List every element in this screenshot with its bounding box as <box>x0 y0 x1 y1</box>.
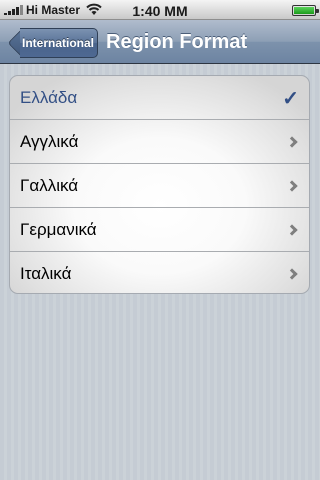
chevron-right-icon <box>286 180 298 192</box>
list-item-label: Γερμανικά <box>20 219 97 239</box>
list-item-french[interactable]: Γαλλικά <box>10 164 309 208</box>
status-bar: Hi Master 1:40 MM <box>0 0 320 20</box>
list-item-german[interactable]: Γερμανικά <box>10 208 309 252</box>
navigation-bar: International Region Format <box>0 20 320 64</box>
chevron-right-icon <box>286 268 298 280</box>
chevron-right-icon <box>286 136 298 148</box>
list-item-italian[interactable]: Ιταλικά <box>10 252 309 293</box>
back-button-label: International <box>22 36 95 50</box>
back-button[interactable]: International <box>7 27 98 59</box>
list-item-label: Ιταλικά <box>20 263 72 283</box>
list-item-greece[interactable]: Ελλάδα ✓ <box>10 76 309 120</box>
list-item-label: Αγγλικά <box>20 131 79 151</box>
list-item-english[interactable]: Αγγλικά <box>10 120 309 164</box>
checkmark-icon: ✓ <box>282 88 299 110</box>
page-title: Region Format <box>106 31 248 53</box>
status-time: 1:40 MM <box>132 3 188 19</box>
list-item-label: Γαλλικά <box>20 175 79 195</box>
chevron-right-icon <box>286 224 298 236</box>
region-list: Ελλάδα ✓ Αγγλικά Γαλλικά Γερμανικά Ιταλι… <box>9 75 310 294</box>
list-item-label: Ελλάδα <box>20 87 78 107</box>
battery-icon <box>292 5 319 16</box>
